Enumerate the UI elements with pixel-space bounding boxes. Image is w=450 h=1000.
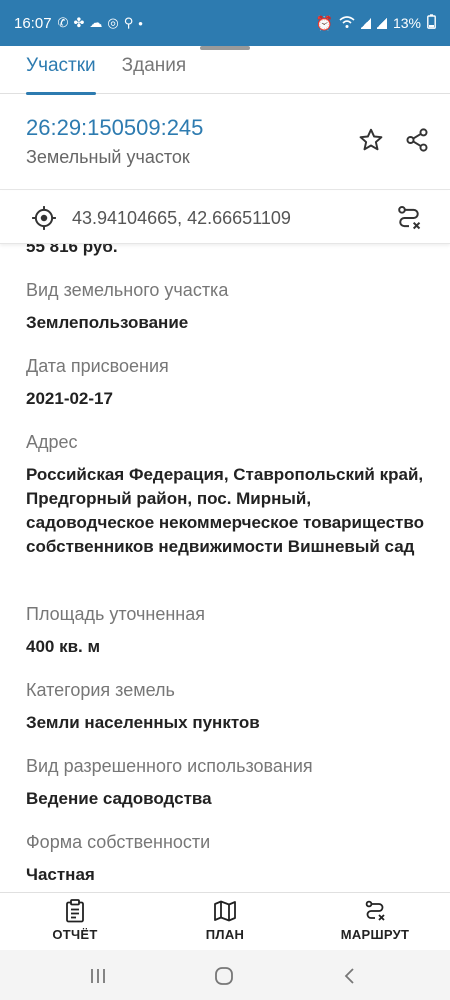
field-value: 2021-02-17 <box>26 389 113 408</box>
signal-icon <box>360 17 371 29</box>
star-icon <box>359 128 383 151</box>
share-button[interactable] <box>402 125 432 155</box>
field-value: Ведение садоводства <box>26 789 212 808</box>
status-system-icons: ⏰ 13% <box>316 14 436 32</box>
field-plot-kind: Вид земельного участка Землепользование <box>26 280 426 335</box>
field-area: Площадь уточненная 400 кв. м <box>26 604 426 659</box>
field-label: Вид земельного участка <box>26 280 229 300</box>
locate-button[interactable] <box>29 203 59 233</box>
system-navigation-bar <box>0 950 450 1000</box>
status-bar: 16:07 ✆ ✤ ☁ ◎ ⚲ • ⏰ 13% <box>0 0 450 46</box>
field-ownership-form: Форма собственности Частная <box>26 832 426 887</box>
tab-buildings[interactable]: Здания <box>122 50 187 94</box>
bottom-navigation: ОТЧЁТ ПЛАН МАРШРУТ <box>0 892 450 950</box>
field-value: Земли населенных пунктов <box>26 713 260 732</box>
tab-plots[interactable]: Участки <box>26 50 96 95</box>
field-land-category: Категория земель Земли населенных пункто… <box>26 680 426 735</box>
route-icon <box>365 900 385 921</box>
field-label: Дата присвоения <box>26 356 169 376</box>
object-type: Земельный участок <box>26 147 190 167</box>
route-nav-button[interactable]: МАРШРУТ <box>325 899 425 942</box>
crosshair-icon <box>32 206 56 230</box>
object-header: 26:29:150509:245 Земельный участок <box>0 95 450 190</box>
cloud-icon: ☁ <box>89 15 103 30</box>
field-label: Вид разрешенного использования <box>26 756 313 776</box>
cadastral-value: 55 816 руб. <box>26 244 118 256</box>
details-list[interactable]: 55 816 руб. Вид земельного участка Земле… <box>0 244 450 892</box>
whatsapp-icon: ✆ <box>57 15 69 30</box>
dot-icon: • <box>138 15 143 31</box>
nav-label: МАРШРУТ <box>340 927 410 942</box>
favorite-button[interactable] <box>356 125 386 155</box>
notification-icon: ◎ <box>107 15 119 30</box>
field-label: Площадь уточненная <box>26 604 205 624</box>
home-icon <box>215 967 233 985</box>
tab-bar: Участки Здания <box>0 50 450 95</box>
field-value: Землепользование <box>26 313 189 332</box>
recent-apps-button[interactable] <box>86 964 110 988</box>
cadastral-number[interactable]: 26:29:150509:245 <box>26 115 203 141</box>
walk-icon: ⚲ <box>123 15 134 30</box>
status-time: 16:07 <box>14 14 52 32</box>
battery-icon <box>427 14 436 32</box>
field-value: 400 кв. м <box>26 637 101 656</box>
plan-button[interactable]: ПЛАН <box>175 899 275 942</box>
field-permitted-use: Вид разрешенного использования Ведение с… <box>26 756 426 811</box>
field-address: Адрес Российская Федерация, Ставропольск… <box>26 432 426 559</box>
recent-apps-icon <box>91 969 105 983</box>
field-label: Адрес <box>26 432 78 452</box>
battery-percent: 13% <box>392 15 421 31</box>
field-value: Российская Федерация, Ставропольский кра… <box>26 465 424 556</box>
field-assigned-date: Дата присвоения 2021-02-17 <box>26 356 426 411</box>
nav-label: ПЛАН <box>205 927 245 942</box>
fan-icon: ✤ <box>73 15 85 30</box>
map-icon <box>214 900 236 922</box>
back-button[interactable] <box>338 964 362 988</box>
signal-icon <box>376 17 387 29</box>
field-value: Частная <box>26 865 95 884</box>
route-button[interactable] <box>394 203 424 233</box>
share-icon <box>406 128 428 152</box>
status-notification-icons: ✆ ✤ ☁ ◎ ⚲ • <box>58 15 143 31</box>
field-label: Категория земель <box>26 680 175 700</box>
coordinates-text[interactable]: 43.94104665, 42.66651109 <box>72 208 291 229</box>
home-button[interactable] <box>212 964 236 988</box>
report-button[interactable]: ОТЧЁТ <box>25 899 125 942</box>
alarm-icon: ⏰ <box>315 14 333 31</box>
wifi-icon <box>339 15 355 32</box>
field-label: Форма собственности <box>26 832 211 852</box>
back-icon <box>344 968 354 984</box>
report-icon <box>66 899 84 923</box>
route-icon <box>398 206 421 230</box>
nav-label: ОТЧЁТ <box>52 927 98 942</box>
coordinates-bar: 43.94104665, 42.66651109 <box>0 191 450 244</box>
